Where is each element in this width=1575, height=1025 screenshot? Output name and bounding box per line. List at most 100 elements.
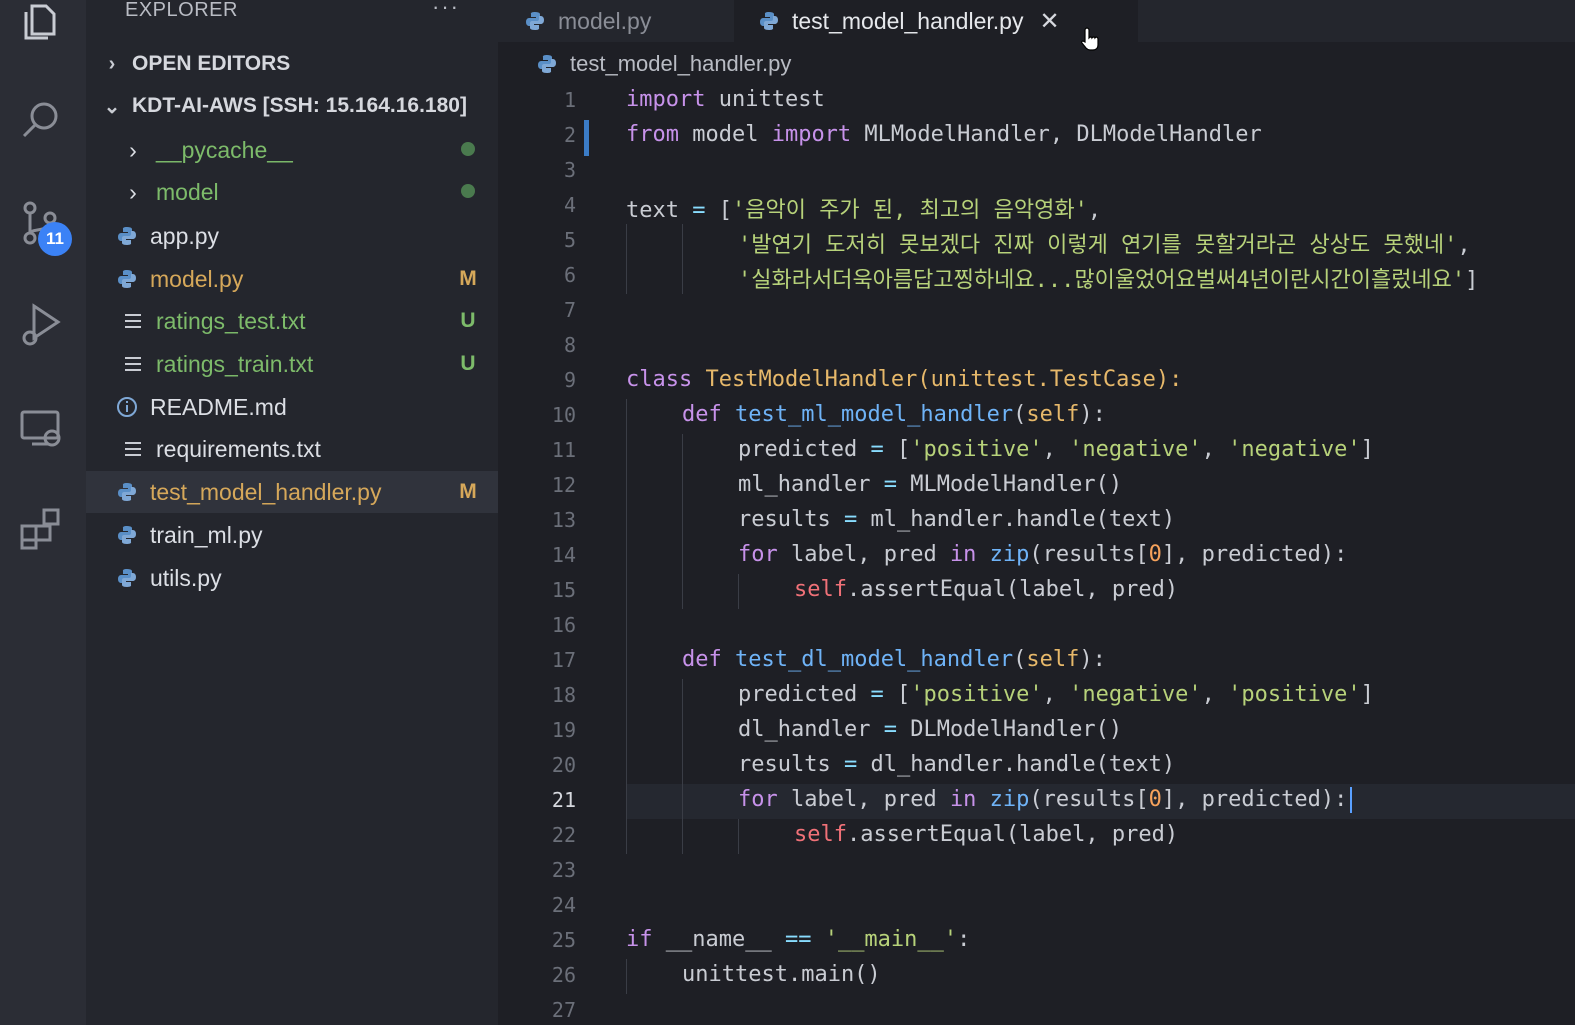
tree-item-label: app.py <box>150 222 220 249</box>
indent-guide <box>682 224 683 294</box>
tree-item-label: train_ml.py <box>150 521 263 548</box>
line-number: 4 <box>563 193 576 217</box>
code-line: '실화라서더욱아름답고찡하네요...많이울었어요벌써4년이란시간이흘렀네요'] <box>738 268 1479 293</box>
line-number: 15 <box>551 578 576 602</box>
python-file-icon <box>524 10 546 32</box>
code-line: text = ['음악이 주가 된, 최고의 음악영화', <box>626 198 1102 223</box>
code-line: dl_handler = DLModelHandler() <box>738 717 1123 742</box>
editor-tab-bar: model.py test_model_handler.py ✕ <box>498 0 1575 42</box>
indent-guide <box>738 574 739 609</box>
workspace-label: KDT-AI-AWS [SSH: 15.164.16.180] <box>132 94 467 117</box>
chevron-right-icon: › <box>108 52 116 75</box>
tree-item-label: ratings_test.txt <box>156 307 306 334</box>
tab-model-py[interactable]: model.py <box>524 0 732 42</box>
tab-test-model-handler[interactable]: test_model_handler.py ✕ <box>734 0 1138 42</box>
text-file-icon <box>122 353 144 375</box>
more-actions-button[interactable]: ··· <box>432 0 460 20</box>
extensions-icon[interactable] <box>14 502 66 554</box>
code-line: predicted = ['positive', 'negative', 'po… <box>738 682 1374 707</box>
code-line: results = dl_handler.handle(text) <box>738 752 1176 777</box>
code-line: results = ml_handler.handle(text) <box>738 507 1176 532</box>
tree-item-model-py[interactable]: model.py M <box>86 258 498 300</box>
git-change-marker <box>584 120 589 156</box>
line-number: 13 <box>551 508 576 532</box>
code-line: for label, pred in zip(results[0], predi… <box>738 542 1348 567</box>
tree-item-ratings-test[interactable]: ratings_test.txt U <box>86 300 498 342</box>
tab-label: model.py <box>558 7 652 34</box>
python-file-icon <box>116 481 138 503</box>
tree-item-test-model-handler[interactable]: test_model_handler.py M <box>86 471 498 513</box>
line-number: 16 <box>551 613 576 637</box>
tree-item-model-folder[interactable]: › model <box>86 171 498 213</box>
tree-item-label: requirements.txt <box>156 435 321 462</box>
code-line-current: for label, pred in zip(results[0], predi… <box>738 787 1353 813</box>
chevron-right-icon: › <box>129 136 137 163</box>
tree-item-ratings-train[interactable]: ratings_train.txt U <box>86 343 498 385</box>
text-file-icon <box>122 310 144 332</box>
text-cursor <box>1350 787 1353 813</box>
python-file-icon <box>116 567 138 589</box>
line-number: 5 <box>563 228 576 252</box>
git-status-badge: U <box>460 309 476 332</box>
tree-item-label: model <box>156 178 219 205</box>
info-icon <box>116 396 138 418</box>
python-file-icon <box>758 10 780 32</box>
line-number: 19 <box>551 718 576 742</box>
git-status-badge: M <box>459 480 477 503</box>
code-line: if __name__ == '__main__': <box>626 927 971 952</box>
indent-guide <box>626 959 627 994</box>
run-debug-icon[interactable] <box>14 298 66 350</box>
tree-item-app-py[interactable]: app.py <box>86 215 498 257</box>
tree-item-readme[interactable]: README.md <box>86 386 498 428</box>
line-number: 26 <box>551 963 576 987</box>
tree-item-train-ml[interactable]: train_ml.py <box>86 514 498 556</box>
code-editor[interactable]: 1 2 3 4 5 6 7 8 9 10 11 12 13 14 15 16 1… <box>498 84 1575 1025</box>
line-number: 27 <box>551 998 576 1022</box>
line-number: 17 <box>551 648 576 672</box>
tree-item-requirements[interactable]: requirements.txt <box>86 428 498 470</box>
indent-guide <box>738 819 739 854</box>
line-number: 8 <box>563 333 576 357</box>
remote-explorer-icon[interactable] <box>14 402 66 454</box>
indent-guide <box>682 679 683 854</box>
chevron-down-icon: ⌄ <box>103 95 121 118</box>
search-icon[interactable] <box>14 94 66 146</box>
code-line: def test_ml_model_handler(self): <box>682 402 1106 427</box>
code-line: unittest.main() <box>682 962 881 987</box>
code-line: from model import MLModelHandler, DLMode… <box>626 122 1262 147</box>
tree-item-label: utils.py <box>150 564 222 591</box>
python-file-icon <box>536 53 558 75</box>
hand-cursor-icon <box>1080 26 1102 57</box>
open-editors-label: OPEN EDITORS <box>132 52 291 75</box>
chevron-right-icon: › <box>129 178 137 205</box>
code-line: self.assertEqual(label, pred) <box>794 822 1179 847</box>
line-number: 3 <box>563 158 576 182</box>
status-dot <box>461 184 475 198</box>
code-line: def test_dl_model_handler(self): <box>682 647 1106 672</box>
breadcrumb-file: test_model_handler.py <box>570 51 792 76</box>
tree-item-utils[interactable]: utils.py <box>86 557 498 599</box>
close-icon[interactable]: ✕ <box>1039 7 1059 36</box>
open-editors-section[interactable]: › OPEN EDITORS <box>86 44 498 84</box>
code-line: ml_handler = MLModelHandler() <box>738 472 1123 497</box>
line-number: 10 <box>551 403 576 427</box>
line-number: 14 <box>551 543 576 567</box>
workspace-section[interactable]: ⌄ KDT-AI-AWS [SSH: 15.164.16.180] <box>86 86 498 126</box>
line-number: 9 <box>563 368 576 392</box>
python-file-icon <box>116 268 138 290</box>
tree-item-pycache[interactable]: › __pycache__ <box>86 129 498 171</box>
tree-item-label: model.py <box>150 265 244 292</box>
tree-item-label: ratings_train.txt <box>156 350 314 377</box>
explorer-icon[interactable] <box>14 0 66 48</box>
python-file-icon <box>116 524 138 546</box>
tree-item-label: test_model_handler.py <box>150 478 382 505</box>
status-dot <box>461 142 475 156</box>
source-control-badge: 11 <box>38 222 72 256</box>
code-line: predicted = ['positive', 'negative', 'ne… <box>738 437 1374 462</box>
line-number: 20 <box>551 753 576 777</box>
breadcrumb[interactable]: test_model_handler.py <box>536 46 791 82</box>
line-number: 7 <box>563 298 576 322</box>
line-number: 1 <box>563 88 576 112</box>
tree-item-label: README.md <box>150 393 287 420</box>
explorer-title: EXPLORER <box>125 0 238 21</box>
